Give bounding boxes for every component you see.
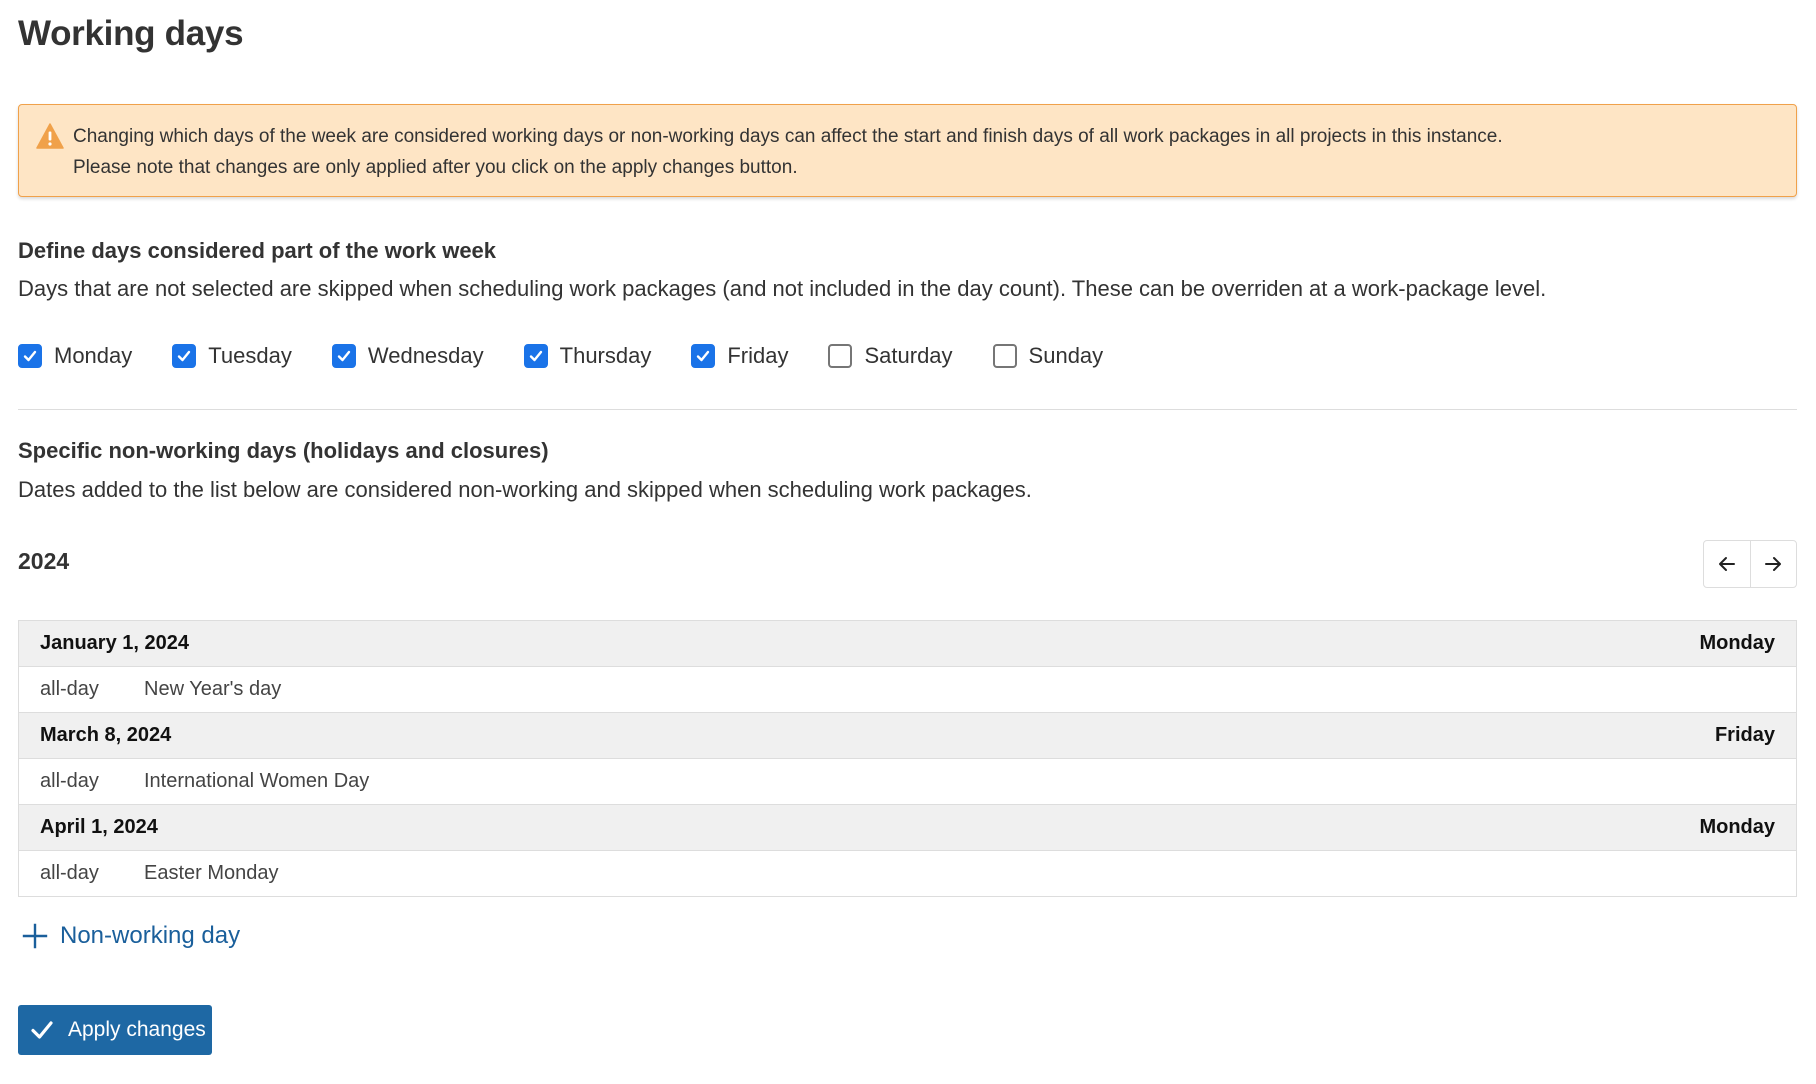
- weekday-label: Thursday: [559, 343, 652, 368]
- holiday-weekday: Monday: [1699, 816, 1775, 838]
- arrow-left-icon: [1718, 557, 1735, 571]
- non-working-days-heading: Specific non-working days (holidays and …: [18, 438, 549, 463]
- checkmark-icon: [337, 350, 351, 362]
- weekday-friday[interactable]: Friday: [691, 343, 788, 369]
- weekday-sunday[interactable]: Sunday: [992, 343, 1104, 369]
- alert-message: Changing which days of the week are cons…: [73, 121, 1503, 183]
- year-navigation: [1703, 540, 1797, 588]
- holiday-weekday: Monday: [1699, 632, 1775, 654]
- checkmark-icon: [697, 350, 710, 362]
- holiday-event-row[interactable]: all-day International Women Day: [19, 759, 1796, 805]
- checkmark-icon: [31, 1021, 53, 1039]
- holiday-date: March 8, 2024: [40, 724, 172, 746]
- apply-changes-button[interactable]: Apply changes: [18, 1005, 212, 1055]
- warning-alert: Changing which days of the week are cons…: [18, 104, 1797, 197]
- holiday-date-row: January 1, 2024 Monday: [19, 621, 1796, 667]
- non-working-days-list: January 1, 2024 Monday all-day New Year's d…: [18, 620, 1797, 897]
- holiday-event-row[interactable]: all-day Easter Monday: [19, 851, 1796, 897]
- holiday-name: Easter Monday: [144, 862, 279, 884]
- checkbox-thursday[interactable]: [523, 344, 548, 368]
- weekday-monday[interactable]: Monday: [18, 343, 132, 369]
- add-non-working-day-label: Non-working day: [60, 922, 241, 949]
- plus-icon: [22, 923, 48, 949]
- arrow-right-icon: [1765, 557, 1782, 571]
- weekday-label: Monday: [54, 343, 133, 368]
- previous-year-button[interactable]: [1704, 541, 1750, 587]
- checkbox-saturday[interactable]: [828, 344, 853, 368]
- holiday-event-row[interactable]: all-day New Year's day: [19, 667, 1796, 713]
- page-title: Working days: [18, 14, 244, 53]
- checkmark-icon: [23, 350, 37, 362]
- alert-line-1: Changing which days of the week are cons…: [73, 126, 1503, 147]
- holiday-name: New Year's day: [144, 678, 282, 700]
- weekday-checkbox-group: Monday Tuesday Wednesday Thursday Friday Satu…: [18, 339, 1143, 373]
- checkbox-sunday[interactable]: [992, 344, 1017, 368]
- apply-changes-label: Apply changes: [68, 1018, 206, 1041]
- weekday-saturday[interactable]: Saturday: [828, 343, 953, 369]
- weekday-label: Sunday: [1028, 343, 1104, 368]
- weekday-label: Friday: [727, 343, 789, 368]
- year-label: 2024: [18, 548, 70, 574]
- weekday-label: Tuesday: [208, 343, 292, 368]
- weekday-thursday[interactable]: Thursday: [523, 343, 652, 369]
- next-year-button[interactable]: [1749, 541, 1797, 587]
- holiday-date-row: March 8, 2024 Friday: [19, 713, 1796, 759]
- weekday-tuesday[interactable]: Tuesday: [172, 343, 292, 369]
- checkbox-tuesday[interactable]: [172, 344, 197, 368]
- holiday-time: all-day: [40, 770, 99, 792]
- holiday-weekday: Friday: [1714, 724, 1775, 746]
- holiday-time: all-day: [40, 678, 99, 700]
- non-working-days-description: Dates added to the list below are consid…: [18, 477, 1032, 502]
- checkbox-wednesday[interactable]: [331, 344, 356, 368]
- warning-triangle-icon: [36, 123, 64, 149]
- holiday-name: International Women Day: [144, 770, 370, 792]
- checkmark-icon: [529, 350, 542, 362]
- checkbox-monday[interactable]: [18, 344, 42, 368]
- work-week-description: Days that are not selected are skipped w…: [18, 276, 1547, 301]
- weekday-label: Wednesday: [367, 343, 484, 368]
- section-divider: [18, 409, 1797, 410]
- holiday-time: all-day: [40, 862, 99, 884]
- weekday-wednesday[interactable]: Wednesday: [331, 343, 484, 369]
- holiday-date-row: April 1, 2024 Monday: [19, 805, 1796, 851]
- work-week-heading: Define days considered part of the work …: [18, 238, 497, 263]
- weekday-label: Saturday: [864, 343, 953, 368]
- checkmark-icon: [178, 350, 191, 362]
- holiday-date: January 1, 2024: [40, 632, 189, 654]
- holiday-date: April 1, 2024: [40, 816, 158, 838]
- checkbox-friday[interactable]: [691, 344, 716, 368]
- alert-line-2: Please note that changes are only applie…: [73, 157, 798, 178]
- add-non-working-day-button[interactable]: Non-working day: [22, 922, 240, 950]
